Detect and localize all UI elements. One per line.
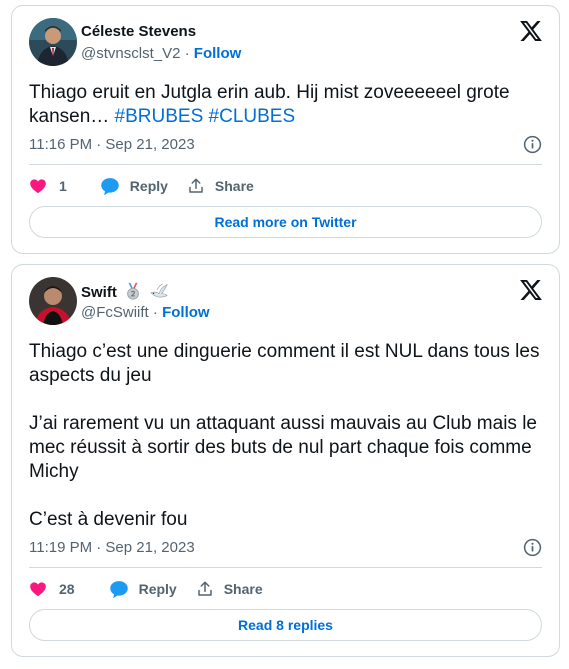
read-more-button[interactable]: Read more on Twitter (29, 206, 542, 238)
author-name[interactable]: Swift (81, 284, 117, 301)
separator-dot: · (184, 45, 190, 62)
hashtag-link[interactable]: #CLUBES (209, 106, 296, 127)
author-handle[interactable]: @FcSwiift (81, 304, 149, 321)
speech-bubble-icon (109, 580, 128, 598)
author-handle[interactable]: @stvnsclst_V2 (81, 45, 180, 62)
reply-label: Reply (129, 178, 168, 194)
share-arrow-icon (197, 581, 212, 596)
tweet-card: Swift @FcSwiift · Follow Thiago c’est un… (11, 264, 560, 657)
info-icon[interactable] (523, 538, 542, 557)
timestamp-link[interactable]: 11:19 PM · Sep 21, 2023 (29, 539, 195, 557)
reply-label: Reply (138, 581, 177, 597)
reply-button[interactable]: Reply (109, 580, 177, 599)
tweet-paragraph: C’est à devenir fou (29, 509, 188, 530)
reply-button[interactable]: Reply (100, 177, 168, 196)
info-icon[interactable] (523, 135, 542, 154)
share-arrow-icon (189, 178, 203, 193)
author-name[interactable]: Céleste Stevens (81, 23, 196, 41)
avatar[interactable] (29, 277, 77, 325)
follow-button[interactable]: Follow (194, 45, 242, 62)
tweet-card: Céleste Stevens @stvnsclst_V2 · Follow T… (11, 5, 560, 254)
tweet-text: Thiago c’est une dinguerie comment il es… (29, 340, 542, 532)
divider (29, 164, 542, 165)
tweet-paragraph: J’ai rarement vu un attaquant aussi mauv… (29, 413, 537, 482)
read-replies-button[interactable]: Read 8 replies (29, 609, 542, 641)
like-button[interactable]: 1 (29, 177, 67, 195)
tweet-paragraph: Thiago c’est une dinguerie comment il es… (29, 341, 540, 386)
share-label: Share (214, 178, 254, 194)
avatar[interactable] (29, 18, 77, 66)
divider (29, 567, 542, 568)
separator-dot: · (152, 304, 158, 321)
share-button[interactable]: Share (187, 177, 254, 195)
author-handle-line: @FcSwiift · Follow (81, 304, 210, 322)
share-label: Share (223, 581, 263, 597)
action-bar: 1 Reply Share (29, 174, 254, 198)
heart-icon (30, 179, 46, 194)
like-button[interactable]: 28 (29, 580, 75, 598)
speech-bubble-icon (101, 177, 119, 195)
tweet-text: Thiago eruit en Jutgla erin aub. Hij mis… (29, 81, 542, 129)
x-logo-icon[interactable] (520, 280, 542, 300)
second-place-medal-icon (124, 282, 142, 305)
follow-button[interactable]: Follow (162, 304, 210, 321)
author-name-line: Swift (81, 282, 169, 305)
hashtag-link[interactable]: #BRUBES (115, 106, 204, 127)
dove-icon (149, 282, 169, 305)
like-count: 1 (59, 178, 67, 194)
x-logo-icon[interactable] (520, 21, 542, 41)
share-button[interactable]: Share (196, 580, 263, 598)
heart-icon (30, 582, 46, 597)
action-bar: 28 Reply Share (29, 577, 263, 601)
author-handle-line: @stvnsclst_V2 · Follow (81, 45, 241, 63)
timestamp-link[interactable]: 11:16 PM · Sep 21, 2023 (29, 136, 195, 154)
like-count: 28 (59, 581, 75, 597)
